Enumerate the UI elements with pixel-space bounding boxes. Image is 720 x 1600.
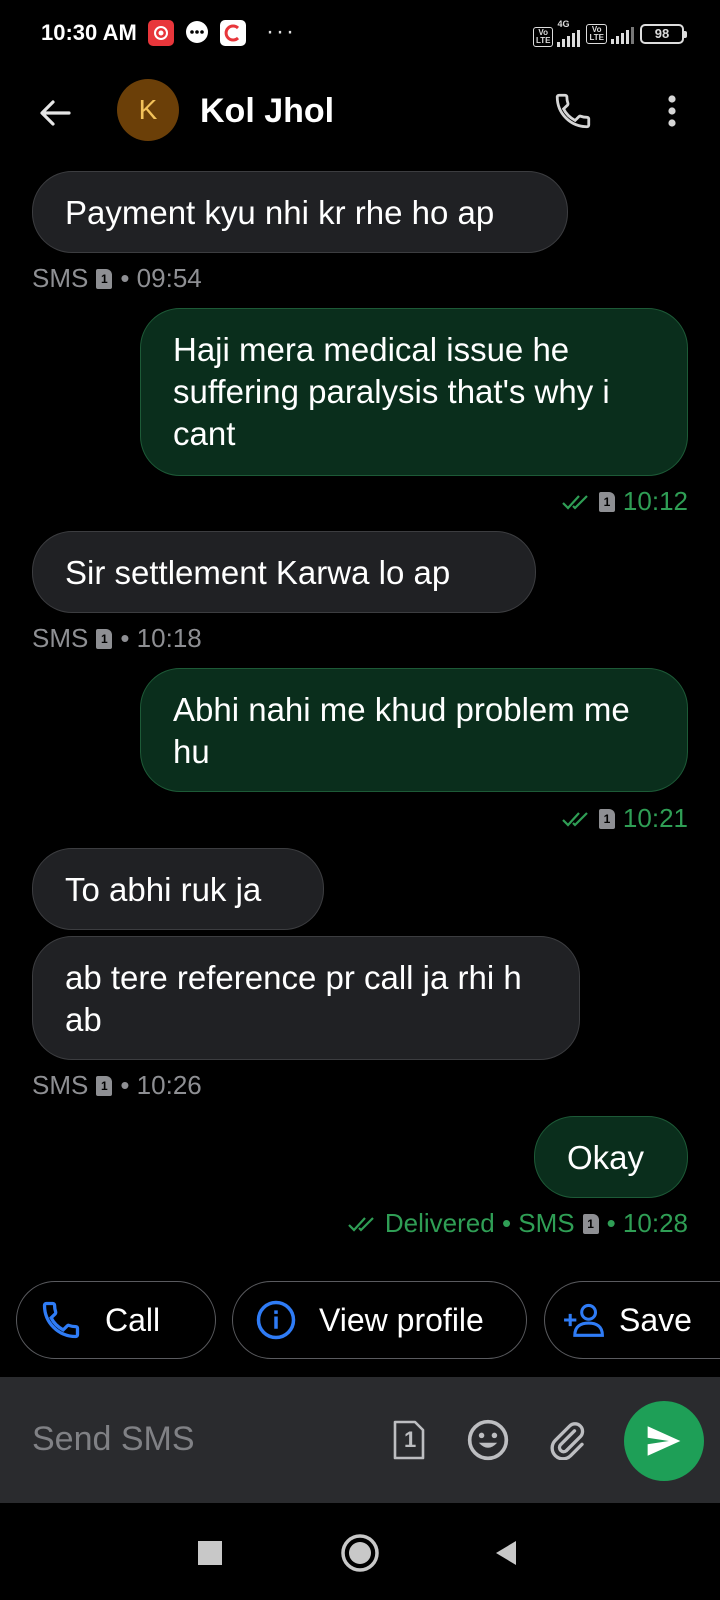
- contact-name[interactable]: Kol Jhol: [200, 92, 334, 131]
- message-meta: SMS 1 • 10:18: [32, 623, 202, 654]
- attach-button[interactable]: [542, 1415, 592, 1465]
- sim2-signal-icon: Vo LTE: [586, 23, 634, 44]
- outgoing-message[interactable]: Okay: [534, 1116, 688, 1198]
- recents-button[interactable]: [182, 1525, 238, 1581]
- message-text: ab tere reference pr call ja rhi h ab: [65, 959, 522, 1038]
- battery-icon: 98: [640, 23, 687, 44]
- circle-icon: [341, 1534, 379, 1572]
- outgoing-message[interactable]: Abhi nahi me khud problem me hu: [140, 668, 688, 792]
- contact-avatar[interactable]: K: [117, 79, 179, 141]
- sim-icon: 1: [582, 1213, 599, 1234]
- conversation-header: K Kol Jhol: [0, 70, 720, 156]
- call-chip[interactable]: Call: [16, 1281, 216, 1359]
- arrow-left-icon: [40, 100, 71, 126]
- back-nav-button[interactable]: [478, 1525, 534, 1581]
- message-meta: SMS 1 • 09:54: [32, 263, 202, 294]
- network-type-label: 4G: [557, 19, 570, 29]
- paperclip-icon: [550, 1422, 585, 1460]
- message-text: To abhi ruk ja: [65, 871, 262, 908]
- message-meta: SMS 1 • 10:26: [32, 1070, 202, 1101]
- message-type: SMS: [32, 1070, 89, 1100]
- sim-icon: 1: [96, 1075, 113, 1096]
- square-icon: [198, 1541, 222, 1565]
- app-notification-icon: [220, 20, 246, 46]
- message-time: • 10:26: [120, 1070, 202, 1100]
- message-time: 10:21: [622, 803, 688, 833]
- delivery-status: Delivered • SMS: [384, 1208, 575, 1238]
- info-icon: [256, 1300, 296, 1340]
- message-type: SMS: [32, 263, 89, 293]
- message-time: • 10:18: [120, 623, 202, 653]
- back-button[interactable]: [30, 88, 80, 138]
- more-options-button[interactable]: [650, 86, 694, 136]
- incoming-message[interactable]: Payment kyu nhi kr rhe ho ap: [32, 171, 568, 253]
- notification-app-icon: [148, 20, 174, 46]
- emoji-icon: [467, 1419, 509, 1461]
- phone-icon: [555, 93, 591, 129]
- message-text: Okay: [567, 1139, 645, 1176]
- view-profile-chip-label: View profile: [319, 1301, 484, 1338]
- send-button[interactable]: [624, 1401, 704, 1481]
- sim-select-button[interactable]: 1: [384, 1415, 434, 1465]
- send-icon: [647, 1426, 681, 1456]
- message-text: Haji mera medical issue he suffering par…: [173, 331, 610, 452]
- message-meta: Delivered • SMS 1 • 10:28: [347, 1208, 688, 1239]
- triangle-back-icon: [496, 1541, 516, 1565]
- incoming-message[interactable]: ab tere reference pr call ja rhi h ab: [32, 936, 580, 1060]
- more-notifications-icon: ···: [266, 18, 296, 45]
- phone-icon: [42, 1301, 80, 1339]
- home-button[interactable]: [332, 1525, 388, 1581]
- message-time: 10:12: [622, 486, 688, 516]
- status-time: 10:30 AM: [41, 20, 137, 45]
- message-composer: 1: [0, 1377, 720, 1503]
- system-navigation-bar: [0, 1503, 720, 1600]
- view-profile-chip[interactable]: View profile: [232, 1281, 527, 1359]
- header-call-button[interactable]: [548, 86, 598, 136]
- message-text: Payment kyu nhi kr rhe ho ap: [65, 194, 495, 231]
- incoming-message[interactable]: Sir settlement Karwa lo ap: [32, 531, 536, 613]
- double-check-icon: [562, 494, 588, 510]
- sim-icon: 1: [96, 268, 113, 289]
- double-check-icon: [562, 811, 588, 827]
- outgoing-message[interactable]: Haji mera medical issue he suffering par…: [140, 308, 688, 476]
- message-type: SMS: [32, 623, 89, 653]
- status-indicators: Vo LTE 4G Vo LTE 98: [532, 19, 687, 47]
- save-chip-label: Save: [619, 1301, 692, 1338]
- incoming-message[interactable]: To abhi ruk ja: [32, 848, 324, 930]
- double-check-icon: [348, 1216, 374, 1232]
- sim-icon: 1: [598, 491, 615, 512]
- sms-input[interactable]: [32, 1412, 352, 1466]
- emoji-button[interactable]: [463, 1415, 513, 1465]
- sim-icon: 1: [598, 808, 615, 829]
- add-person-icon: [564, 1303, 604, 1337]
- message-meta: 1 10:21: [561, 803, 688, 834]
- message-time: • 10:28: [606, 1208, 688, 1238]
- sim1-signal-icon: Vo LTE 4G: [532, 19, 581, 47]
- more-vertical-icon: [668, 95, 676, 127]
- sim-select-label: 1: [404, 1427, 417, 1452]
- message-text: Sir settlement Karwa lo ap: [65, 554, 451, 591]
- save-contact-chip[interactable]: Save: [544, 1281, 720, 1359]
- volte-badge-2: Vo LTE: [586, 23, 607, 44]
- call-chip-label: Call: [105, 1301, 161, 1338]
- message-meta: 1 10:12: [561, 486, 688, 517]
- message-notification-icon: [184, 20, 210, 46]
- volte-badge: Vo LTE: [532, 27, 554, 47]
- status-bar: 10:30 AM ··· Vo LTE 4G Vo LTE 98: [0, 0, 720, 70]
- sim-icon: 1: [96, 628, 113, 649]
- message-time: • 09:54: [120, 263, 202, 293]
- message-text: Abhi nahi me khud problem me hu: [173, 691, 630, 770]
